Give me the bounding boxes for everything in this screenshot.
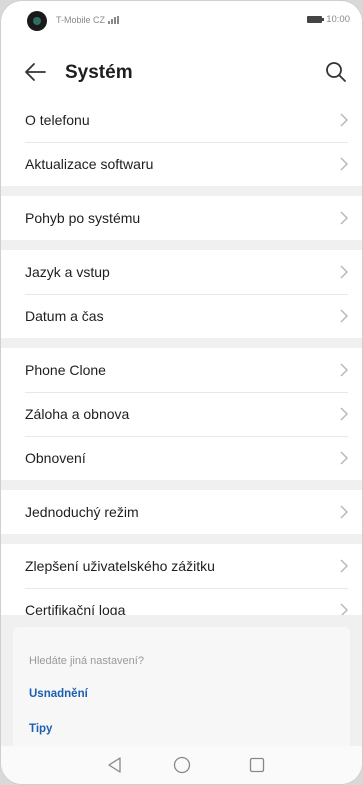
link-tipy[interactable]: Tipy [29, 723, 52, 735]
list-item-label: Pohyb po systému [25, 210, 141, 226]
chevron-right-icon [340, 559, 348, 573]
suggestions-area: Hledáte jiná nastavení? Usnadnění Tipy [1, 615, 362, 757]
list-item-label: Záloha a obnova [25, 406, 130, 422]
group-divider [1, 480, 362, 490]
settings-list: O telefonu Aktualizace softwaru Pohyb po… [1, 98, 362, 632]
list-item-zlepseni-zazitku[interactable]: Zlepšení uživatelského zážitku [1, 544, 362, 588]
front-camera [27, 11, 47, 31]
chevron-right-icon [340, 407, 348, 421]
suggestions-card: Hledáte jiná nastavení? Usnadnění Tipy [13, 627, 350, 757]
settings-group: Jednoduchý režim [1, 490, 362, 534]
chevron-right-icon [340, 265, 348, 279]
suggestions-question: Hledáte jiná nastavení? [29, 655, 144, 667]
settings-group: Pohyb po systému [1, 196, 362, 240]
clock: 10:00 [326, 14, 350, 25]
chevron-right-icon [340, 451, 348, 465]
list-item-label: Jednoduchý režim [25, 504, 139, 520]
chevron-right-icon [340, 505, 348, 519]
chevron-right-icon [340, 363, 348, 377]
group-divider [1, 534, 362, 544]
list-item-label: Datum a čas [25, 308, 104, 324]
status-bar: T-Mobile CZ 10:00 [1, 1, 362, 37]
list-item-label: Aktualizace softwaru [25, 156, 154, 172]
battery-icon [307, 16, 325, 23]
carrier-info: T-Mobile CZ [56, 15, 120, 25]
list-item-label: Jazyk a vstup [25, 264, 110, 280]
list-item-pohyb-po-systemu[interactable]: Pohyb po systému [1, 196, 362, 240]
link-usnadneni[interactable]: Usnadnění [29, 688, 88, 700]
list-item-aktualizace-softwaru[interactable]: Aktualizace softwaru [1, 142, 362, 186]
settings-group: Phone Clone Záloha a obnova Obnovení [1, 348, 362, 480]
list-item-zaloha-a-obnova[interactable]: Záloha a obnova [1, 392, 362, 436]
list-item-label: Zlepšení uživatelského zážitku [25, 558, 215, 574]
list-item-label: Obnovení [25, 450, 86, 466]
signal-icon [108, 16, 120, 24]
list-item-label: Phone Clone [25, 362, 106, 378]
settings-group: O telefonu Aktualizace softwaru [1, 98, 362, 186]
group-divider [1, 240, 362, 250]
list-item-obnoveni[interactable]: Obnovení [1, 436, 362, 480]
list-item-o-telefonu[interactable]: O telefonu [1, 98, 362, 142]
square-recent-icon[interactable] [247, 755, 267, 775]
chevron-right-icon [340, 211, 348, 225]
carrier-label: T-Mobile CZ [56, 15, 106, 25]
triangle-back-icon[interactable] [105, 755, 125, 775]
list-item-jednoduchy-rezim[interactable]: Jednoduchý režim [1, 490, 362, 534]
back-arrow-icon[interactable] [23, 61, 47, 83]
app-header: Systém [1, 53, 362, 93]
phone-screen: T-Mobile CZ 10:00 Systém O telefonu Aktu… [0, 0, 363, 785]
group-divider [1, 338, 362, 348]
chevron-right-icon [340, 113, 348, 127]
system-nav-bar [1, 746, 362, 784]
list-item-label: O telefonu [25, 112, 90, 128]
search-icon[interactable] [324, 60, 348, 84]
list-item-phone-clone[interactable]: Phone Clone [1, 348, 362, 392]
list-item-datum-a-cas[interactable]: Datum a čas [1, 294, 362, 338]
list-item-jazyk-a-vstup[interactable]: Jazyk a vstup [1, 250, 362, 294]
page-title: Systém [65, 62, 133, 83]
chevron-right-icon [340, 157, 348, 171]
settings-group: Jazyk a vstup Datum a čas [1, 250, 362, 338]
group-divider [1, 186, 362, 196]
circle-home-icon[interactable] [172, 755, 192, 775]
chevron-right-icon [340, 309, 348, 323]
status-right: 10:00 [307, 14, 350, 25]
